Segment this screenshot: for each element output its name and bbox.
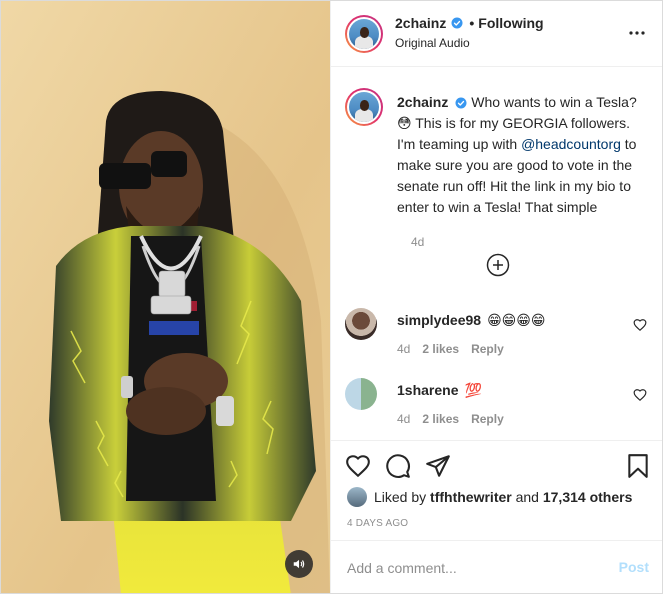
load-more-comments-button[interactable]	[486, 253, 510, 277]
liker-username[interactable]: tffhthewriter	[430, 489, 512, 505]
plus-circle-icon	[486, 253, 510, 277]
post-header: 2chainz • Following Original Audio	[331, 1, 662, 67]
comment-meta: 4d 2 likes Reply	[397, 412, 504, 426]
caption-emoji: 😳	[397, 115, 412, 131]
comment-text: 💯	[464, 382, 482, 398]
caption-text-1: Who wants to win a Tesla?	[471, 94, 637, 110]
reply-button[interactable]: Reply	[471, 342, 504, 356]
caption-username[interactable]: 2chainz	[397, 94, 448, 110]
caption-avatar[interactable]	[345, 88, 383, 126]
liked-by-and: and	[515, 489, 539, 505]
liked-by: Liked by tffhthewriter and 17,314 others	[347, 487, 632, 507]
comment-username[interactable]: simplydee98	[397, 312, 481, 328]
video-frame-illustration	[1, 1, 330, 593]
post-modal: 2chainz • Following Original Audio 2chai…	[0, 0, 663, 594]
more-horizontal-icon	[629, 31, 645, 35]
post-video[interactable]	[1, 1, 330, 593]
commenter-avatar[interactable]	[345, 378, 377, 410]
comment-meta: 4d 2 likes Reply	[397, 342, 504, 356]
reply-button[interactable]: Reply	[471, 412, 504, 426]
send-icon[interactable]	[425, 453, 451, 479]
speaker-icon	[293, 559, 305, 569]
audio-label[interactable]: Original Audio	[395, 36, 470, 50]
author-avatar[interactable]	[345, 15, 383, 53]
comment-time[interactable]: 4d	[397, 342, 410, 356]
following-button[interactable]: Following	[478, 15, 543, 31]
heart-icon[interactable]	[633, 318, 647, 332]
post-sidebar: 2chainz • Following Original Audio 2chai…	[330, 1, 662, 593]
more-options-button[interactable]	[627, 23, 647, 43]
comment-likes[interactable]: 2 likes	[422, 342, 459, 356]
comment-item: 1sharene 💯 4d 2 likes Reply	[345, 378, 655, 430]
verified-badge-icon	[451, 17, 463, 29]
sound-toggle-button[interactable]	[285, 550, 313, 578]
caption-timestamp[interactable]: 4d	[411, 235, 424, 249]
header-user-line: 2chainz • Following	[395, 15, 544, 31]
comment-text: 😁😁😁😁	[487, 312, 546, 328]
add-comment-bar: Post	[331, 540, 662, 593]
bookmark-icon[interactable]	[625, 453, 651, 479]
comment-icon[interactable]	[385, 453, 411, 479]
post-actions: Liked by tffhthewriter and 17,314 others…	[331, 440, 662, 540]
comment-likes[interactable]: 2 likes	[422, 412, 459, 426]
comment-time[interactable]: 4d	[397, 412, 410, 426]
separator-dot: •	[469, 15, 475, 31]
caption-mention-link[interactable]: @headcountorg	[521, 136, 621, 152]
caption-text: 2chainz Who wants to win a Tesla? 😳 This…	[397, 92, 651, 218]
liked-by-prefix: Liked by	[374, 489, 427, 505]
likes-count[interactable]: 17,314 others	[543, 489, 633, 505]
commenter-avatar[interactable]	[345, 308, 377, 340]
comment-username[interactable]: 1sharene	[397, 382, 458, 398]
heart-icon[interactable]	[633, 388, 647, 402]
comment-input[interactable]	[347, 558, 597, 578]
post-date[interactable]: 4 DAYS AGO	[347, 518, 408, 529]
verified-badge-icon	[455, 97, 467, 109]
author-username[interactable]: 2chainz	[395, 15, 446, 31]
liker-avatar[interactable]	[347, 487, 367, 507]
heart-icon[interactable]	[345, 453, 371, 479]
comment-item: simplydee98 😁😁😁😁 4d 2 likes Reply	[345, 308, 655, 360]
post-comment-button[interactable]: Post	[619, 559, 649, 575]
comments-list[interactable]: 2chainz Who wants to win a Tesla? 😳 This…	[331, 68, 662, 440]
